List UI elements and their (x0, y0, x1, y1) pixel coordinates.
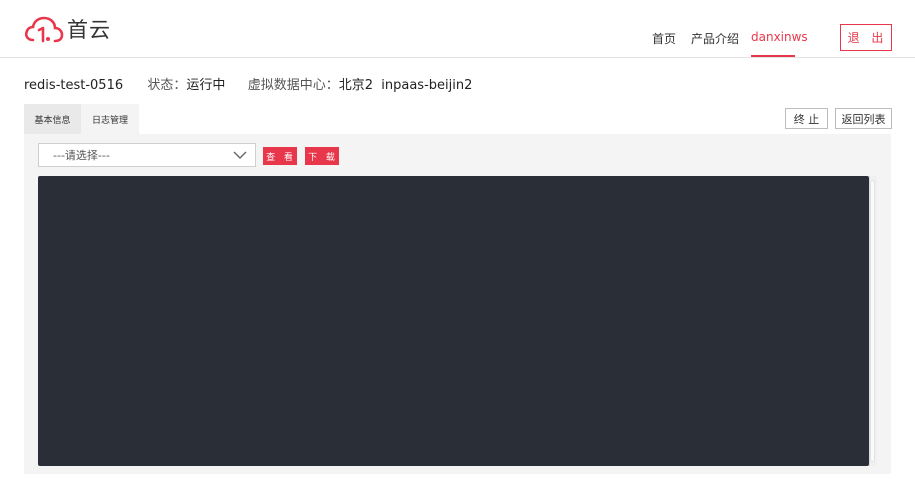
chevron-down-icon (233, 148, 247, 165)
log-file-select[interactable]: ---请选择--- (38, 143, 256, 167)
tab-bar: 基本信息 日志管理 (24, 104, 139, 134)
stop-button[interactable]: 终 止 (785, 108, 828, 129)
download-log-button[interactable]: 下 载 (305, 147, 339, 165)
top-bar: 首云 首页 产品介绍 danxinws 退 出 (0, 0, 915, 58)
back-to-list-button[interactable]: 返回列表 (835, 108, 892, 129)
tab-basic-info[interactable]: 基本信息 (24, 104, 81, 134)
brand-name: 首云 (67, 18, 111, 42)
tab-log-management[interactable]: 日志管理 (81, 104, 139, 134)
nav-active-underline (751, 55, 795, 57)
datacenter-value: 北京2 inpaas-beijin2 (338, 78, 473, 93)
logo[interactable]: 首云 (24, 14, 111, 44)
view-log-button[interactable]: 查 看 (263, 147, 297, 165)
nav-user[interactable]: danxinws (751, 30, 808, 44)
status-value: 运行中 (186, 78, 226, 93)
instance-name: redis-test-0516 (24, 78, 124, 93)
nav-home[interactable]: 首页 (652, 30, 676, 47)
status-label: 状态： (147, 78, 187, 93)
cloud-logo-icon (24, 15, 64, 43)
datacenter-label: 虚拟数据中心： (247, 78, 339, 93)
logout-button[interactable]: 退 出 (840, 24, 892, 51)
log-file-select-value: ---请选择--- (53, 149, 110, 162)
nav-products[interactable]: 产品介绍 (691, 30, 739, 47)
log-console[interactable] (38, 176, 869, 466)
instance-info: redis-test-0516 状态：运行中 虚拟数据中心：北京2 inpaas… (24, 74, 472, 93)
console-scrollbar-thumb[interactable] (870, 180, 875, 462)
